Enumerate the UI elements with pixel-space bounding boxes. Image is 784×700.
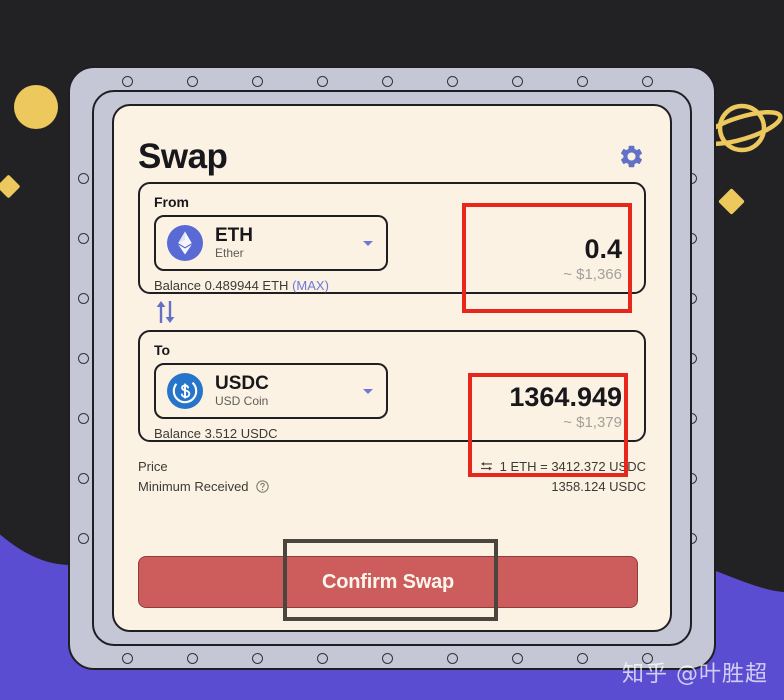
from-balance: Balance 0.489944 ETH (MAX) (154, 278, 388, 293)
from-token-fullname: Ether (215, 245, 244, 260)
price-value: 1 ETH = 3412.372 USDC (499, 458, 646, 474)
minimum-received-row: Minimum Received 1358.124 USDC (138, 476, 646, 496)
frame-rivet (78, 533, 89, 544)
from-amount-value: 0.4 (584, 233, 622, 264)
frame-rivet (122, 76, 133, 87)
price-value-group: 1 ETH = 3412.372 USDC (480, 459, 646, 474)
from-amount-field[interactable]: 0.4 ~ $1,366 (464, 215, 630, 311)
frame-rivet (317, 76, 328, 87)
max-button[interactable]: (MAX) (292, 278, 329, 293)
to-token-fullname: USD Coin (215, 393, 269, 408)
frame-rivet (78, 473, 89, 484)
frame-rivet (642, 76, 653, 87)
price-label: Price (138, 458, 168, 474)
to-balance: Balance 3.512 USDC (154, 426, 388, 441)
settings-gear-button[interactable] (616, 141, 646, 171)
from-label: From (154, 194, 189, 210)
from-panel-row: ETH Ether Balance 0.489944 ETH (MAX) 0.4… (154, 215, 630, 311)
frame-rivet (252, 76, 263, 87)
swap-horizontal-arrows-icon (480, 461, 492, 470)
frame-rivet (577, 653, 588, 664)
frame-rivet (187, 76, 198, 87)
from-panel: From ETH Ether Balance 0.489944 ETH (MAX… (138, 182, 646, 294)
frame-rivet (122, 653, 133, 664)
frame-rivet (577, 76, 588, 87)
to-label: To (154, 342, 171, 358)
frame-rivet (382, 76, 393, 87)
frame-rivet (317, 653, 328, 664)
frame-rivet (78, 353, 89, 364)
frame-rivet (78, 293, 89, 304)
price-row: Price 1 ETH = 3412.372 USDC (138, 456, 646, 476)
card-header: Swap (138, 130, 646, 182)
frame-rivet (382, 653, 393, 664)
frame-rivet (447, 653, 458, 664)
frame-rivet (447, 76, 458, 87)
minimum-received-value-group: 1358.124 USDC (551, 479, 646, 494)
from-balance-text: Balance 0.489944 ETH (154, 278, 289, 293)
from-token-names: ETH Ether (215, 225, 354, 260)
minimum-received-value: 1358.124 USDC (551, 478, 646, 494)
minimum-received-label: Minimum Received (138, 478, 249, 494)
to-token-select[interactable]: USDC USD Coin (154, 363, 388, 419)
chevron-down-icon (363, 241, 373, 246)
usdc-token-icon (167, 373, 203, 409)
confirm-swap-button[interactable]: Confirm Swap (138, 556, 638, 608)
frame-rivet (512, 76, 523, 87)
question-mark-circle-icon (255, 479, 269, 493)
page-title: Swap (138, 136, 228, 176)
to-amount-field[interactable]: 1364.949 ~ $1,379 (464, 363, 630, 459)
frame-rivet (78, 413, 89, 424)
frame-rivet (78, 173, 89, 184)
from-token-select[interactable]: ETH Ether (154, 215, 388, 271)
yellow-diamond-left-decoration (0, 174, 21, 199)
frame-rivet (512, 653, 523, 664)
chevron-down-icon (363, 389, 373, 394)
minimum-received-label-group: Minimum Received (138, 479, 269, 494)
from-amount-usd: ~ $1,366 (563, 266, 622, 284)
swap-card: Swap From ETH Ether Balance 0.489944 ETH… (112, 104, 672, 632)
rate-swap-button[interactable] (480, 461, 493, 472)
to-amount-value: 1364.949 (509, 381, 622, 412)
frame-rivet (252, 653, 263, 664)
to-token-names: USDC USD Coin (215, 373, 354, 408)
to-panel-row: USDC USD Coin Balance 3.512 USDC 1364.94… (154, 363, 630, 459)
eth-token-icon (167, 225, 203, 261)
to-balance-text: Balance 3.512 USDC (154, 426, 278, 441)
to-token-symbol: USDC (215, 373, 269, 395)
from-token-symbol: ETH (215, 225, 253, 247)
minimum-received-help-button[interactable] (255, 479, 269, 493)
gear-icon (620, 145, 642, 167)
price-label-group: Price (138, 459, 168, 474)
price-info-section: Price 1 ETH = 3412.372 USDC Minimum Rece… (138, 456, 646, 496)
to-amount-usd: ~ $1,379 (563, 414, 622, 432)
frame-rivet (187, 653, 198, 664)
yellow-diamond-right-decoration (718, 188, 745, 215)
watermark: 知乎 @叶胜超 (622, 662, 768, 687)
yellow-circle-decoration (14, 85, 58, 129)
confirm-swap-label: Confirm Swap (321, 570, 455, 593)
frame-rivet (78, 233, 89, 244)
to-panel: To USDC USD Coin Balance 3.512 USDC 1364… (138, 330, 646, 442)
